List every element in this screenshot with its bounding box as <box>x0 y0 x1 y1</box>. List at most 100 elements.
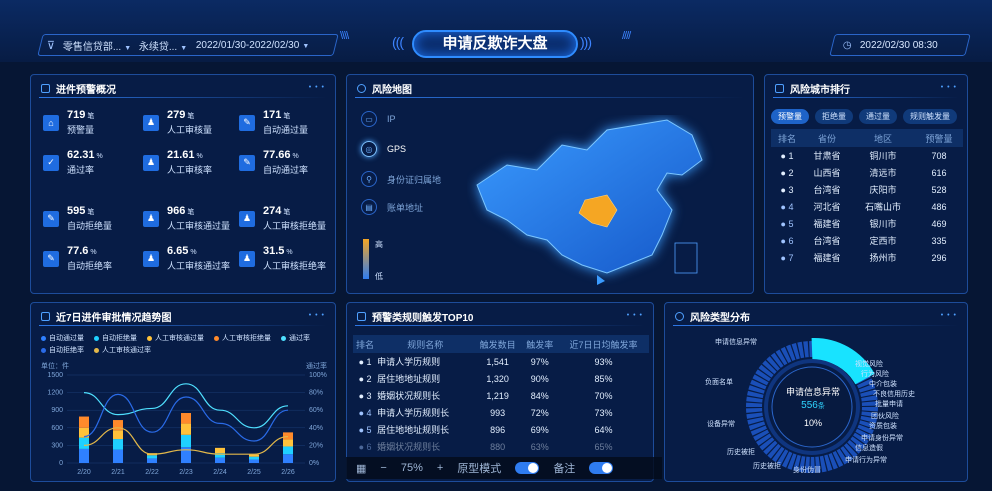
bar-segment[interactable] <box>181 413 191 424</box>
bar-segment[interactable] <box>283 454 293 463</box>
bar-segment[interactable] <box>249 454 259 457</box>
bar-segment[interactable] <box>79 416 89 428</box>
kpi-unit: % <box>96 153 103 160</box>
table-row[interactable]: ● 4 河北省 石嘴山市 486 <box>771 198 963 215</box>
prototype-mode-toggle[interactable] <box>515 462 540 474</box>
risk-type-label: 行为风险 <box>861 371 889 378</box>
rate-cell: 90% <box>530 373 549 384</box>
value-cell: 708 <box>931 150 947 161</box>
kpi-icon: ♟ <box>143 114 159 131</box>
risk-type-panel: 风险类型分布 • • • 申请信息异常 556条 10% 申请信息异常 负面名单设… <box>664 302 968 482</box>
province-cell: 福建省 <box>813 219 841 229</box>
avg-cell: 65% <box>594 441 613 452</box>
trend-legend: 自动通过量 自动拒绝量 人工审核通过量 人工审核拒绝量 通过率自动拒绝率 人工审核通过率 <box>41 333 331 355</box>
bar-segment[interactable] <box>283 439 293 447</box>
kpi-unit: 笔 <box>187 113 195 120</box>
table-row[interactable]: ● 3 婚姻状况规则长 1,219 84% 70% <box>353 387 649 404</box>
y-tick-label: 1500 <box>47 372 63 379</box>
table-row[interactable]: ● 6 婚姻状况规则长 880 63% 65% <box>353 438 649 455</box>
legend-item[interactable]: 人工审核通过率 <box>94 345 151 355</box>
table-row[interactable]: ● 7 福建省 扬州市 296 <box>771 249 963 266</box>
bar-segment[interactable] <box>249 459 259 463</box>
notes-toggle[interactable] <box>589 462 614 474</box>
kpi-item: ♟ 279 笔人工审核量 <box>143 109 212 136</box>
header-decoration: \\\\ <box>340 30 349 42</box>
panel-decoration: • • • <box>626 312 643 319</box>
legend-item[interactable]: 人工审核通过量 <box>147 333 204 343</box>
legend-item[interactable]: 自动通过量 <box>41 333 84 343</box>
layer-gps[interactable]: ◎ GPS <box>361 141 406 157</box>
kpi-label: 自动通过率 <box>263 165 309 175</box>
document-icon: ▤ <box>361 199 377 215</box>
bar-segment[interactable] <box>147 458 157 463</box>
bar-segment[interactable] <box>283 446 293 455</box>
overview-panel: 进件预警概况 • • • ⌂ 719 笔预警量 ♟ 279 笔人工审核量 ✎ 171 笔自动通过… <box>30 74 336 294</box>
bar-segment[interactable] <box>181 423 191 435</box>
table-row[interactable]: ● 2 山西省 清远市 616 <box>771 164 963 181</box>
filter-bar[interactable]: ⊽ 零售信贷部... ▼ 永续贷... ▼ 2022/01/30-2022/02/3… <box>37 34 339 56</box>
table-row[interactable]: ● 3 台湾省 庆阳市 528 <box>771 181 963 198</box>
kpi-icon: ✎ <box>43 210 59 227</box>
legend-swatch <box>41 335 46 341</box>
bar-segment[interactable] <box>79 448 89 463</box>
table-row[interactable]: ● 2 居住地地址规则 1,320 90% 85% <box>353 370 649 387</box>
avg-cell: 73% <box>594 407 613 418</box>
bar-segment[interactable] <box>79 437 89 449</box>
kpi-unit: % <box>90 249 97 256</box>
bar-segment[interactable] <box>181 434 191 448</box>
risk-type-label: 设备异常 <box>707 421 735 428</box>
bar-segment[interactable] <box>147 455 157 459</box>
table-row[interactable]: ● 6 台湾省 定西市 335 <box>771 232 963 249</box>
tab-warning[interactable]: 预警量 <box>771 109 809 124</box>
date-range-select[interactable]: 2022/01/30-2022/02/30 ▼ <box>196 40 309 51</box>
filter-icon: ⊽ <box>47 39 56 52</box>
risk-map-title: 风险地图 <box>372 85 412 96</box>
bar-segment[interactable] <box>113 449 123 463</box>
rank-tabs: 预警量 拒绝量 通过量 规则触发量 <box>771 109 957 124</box>
panel-decoration: • • • <box>308 84 325 91</box>
legend-item[interactable]: 通过率 <box>281 333 310 343</box>
risk-type-label: 视觉风险 <box>855 361 883 368</box>
tab-reject[interactable]: 拒绝量 <box>815 109 853 124</box>
header-decoration: //// <box>622 30 631 42</box>
china-map[interactable] <box>467 115 717 285</box>
zoom-in-button[interactable]: + <box>437 462 443 474</box>
top10-title: 预警类规则触发TOP10 <box>372 313 474 324</box>
kpi-icon: ♟ <box>239 250 255 267</box>
legend-item[interactable]: 自动拒绝率 <box>41 345 84 355</box>
chevron-down-icon: ▼ <box>302 42 309 50</box>
legend-item[interactable]: 自动拒绝量 <box>94 333 137 343</box>
table-row[interactable]: ● 5 福建省 银川市 469 <box>771 215 963 232</box>
kpi-item: ✎ 171 笔自动通过量 <box>239 109 308 136</box>
bar-segment[interactable] <box>249 456 259 460</box>
bar-segment[interactable] <box>113 439 123 450</box>
tab-rule-trigger[interactable]: 规则触发量 <box>903 109 957 124</box>
legend-swatch <box>94 335 99 341</box>
org-select[interactable]: 零售信贷部... ▼ <box>63 38 131 53</box>
bar-segment[interactable] <box>283 432 293 440</box>
zoom-out-button[interactable]: − <box>380 462 386 474</box>
kpi-item: ♟ 31.5% 人工审核拒绝率 <box>239 245 326 272</box>
table-row[interactable]: ● 1 甘肃省 铜川市 708 <box>771 147 963 164</box>
bar-segment[interactable] <box>113 430 123 440</box>
x-tick-label: 2/23 <box>179 469 193 476</box>
col-warning: 预警量 <box>914 129 963 147</box>
legend-item[interactable]: 人工审核拒绝量 <box>214 333 271 343</box>
product-select[interactable]: 永续贷... ▼ <box>139 38 187 53</box>
kpi-icon: ✓ <box>43 154 59 171</box>
bar-segment[interactable] <box>215 457 225 463</box>
layer-ip[interactable]: ▭ IP <box>361 111 396 127</box>
bar-segment[interactable] <box>215 447 225 454</box>
table-row[interactable]: ● 5 居住地地址规则长 896 69% 64% <box>353 421 649 438</box>
layer-bill-address[interactable]: ▤ 账单地址 <box>361 199 423 215</box>
table-row[interactable]: ● 4 申请人学历规则长 993 72% 73% <box>353 404 649 421</box>
tab-pass[interactable]: 通过量 <box>859 109 897 124</box>
risk-type-label: 批量申请 <box>875 401 903 408</box>
kpi-unit: 笔 <box>187 209 195 216</box>
kpi-item: ♟ 274 笔人工审核拒绝量 <box>239 205 326 232</box>
col-rank: 排名 <box>771 129 803 147</box>
layer-id-location[interactable]: ⚲ 身份证归属地 <box>361 171 441 187</box>
grid-icon[interactable]: ▦ <box>356 462 366 475</box>
right-axis-label: 通过率 <box>306 363 327 370</box>
table-row[interactable]: ● 1 申请人学历规则 1,541 97% 93% <box>353 353 649 370</box>
